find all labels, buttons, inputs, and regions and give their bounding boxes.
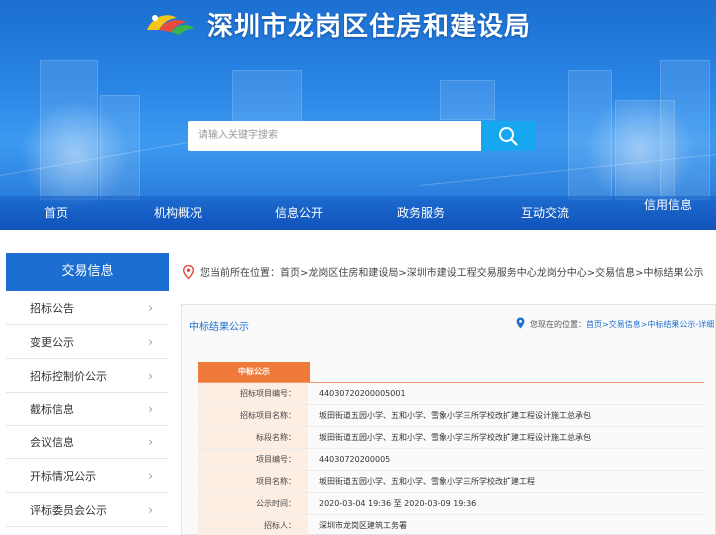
current-location-path[interactable]: 首页>交易信息>中标结果公示-详细 [586,320,714,329]
decor-glow [20,100,130,210]
field-label: 招标项目名称： [198,405,308,426]
field-label: 项目名称： [198,471,308,492]
sidebar-item-label: 招标公告 [30,302,74,315]
search-input[interactable]: 请输入关键字搜索 [188,121,481,151]
decor-building [232,70,302,125]
site-title: 深圳市龙岗区住房和建设局 [207,12,532,42]
search-icon [499,127,518,146]
table-row: 项目名称： 坂田街道五园小学、五和小学、雪象小学三所学校改扩建工程 [198,471,704,493]
field-label: 项目编号： [198,449,308,470]
chevron-right-icon: › [148,503,153,517]
sidebar-item-label: 评标委员会公示 [30,504,107,517]
field-label: 标段名称： [198,427,308,448]
sidebar-item-meeting[interactable]: 会议信息 › [6,426,169,459]
table-row: 标段名称： 坂田街道五园小学、五和小学、雪象小学三所学校改扩建工程设计施工总承包 [198,427,704,449]
table-row: 招标项目编号： 44030720200005001 [198,383,704,405]
notice-detail-table: 招标项目编号： 44030720200005001 招标项目名称： 坂田街道五园… [198,383,704,535]
search-button[interactable] [481,121,535,151]
location-pin-icon [183,265,194,279]
nav-item-info-public[interactable]: 信息公开 [267,196,331,230]
sidebar-item-label: 会议信息 [30,436,74,449]
chevron-right-icon: › [148,335,153,349]
field-value: 44030720200005001 [319,389,406,398]
panel-header: 中标结果公示 您现在的位置：首页>交易信息>中标结果公示-详细 [181,313,716,337]
sidebar-item-label: 招标控制价公示 [30,370,107,383]
chevron-right-icon: › [148,435,153,449]
nav-item-about[interactable]: 机构概况 [146,196,210,230]
chevron-right-icon: › [148,369,153,383]
field-label: 招标项目编号： [198,383,308,404]
field-label: 招标人： [198,515,308,535]
sidebar-item-label: 开标情况公示 [30,470,96,483]
sidebar-item-bid-closing[interactable]: 截标信息 › [6,393,169,426]
decor-building [440,80,495,120]
nav-item-credit[interactable]: 信用信息 [636,188,700,222]
breadcrumb: 您当前所在位置：首页>龙岗区住房和建设局>深圳市建设工程交易服务中心龙岗分中心>… [200,268,704,279]
sidebar-title: 交易信息 [6,253,169,291]
sidebar-item-change-notice[interactable]: 变更公示 › [6,326,169,359]
header-banner: 深圳市龙岗区住房和建设局 请输入关键字搜索 首页 机构概况 信息公开 政务服务 … [0,0,716,230]
field-value: 坂田街道五园小学、五和小学、雪象小学三所学校改扩建工程设计施工总承包 [319,411,591,420]
chevron-right-icon: › [148,301,153,315]
field-value: 44030720200005 [319,455,391,464]
sidebar-item-label: 变更公示 [30,336,74,349]
field-value: 2020-03-04 19:36 至 2020-03-09 19:36 [319,499,477,508]
table-row: 项目编号： 44030720200005 [198,449,704,471]
sidebar-item-control-price[interactable]: 招标控制价公示 › [6,360,169,393]
table-row: 公示时间： 2020-03-04 19:36 至 2020-03-09 19:3… [198,493,704,515]
chevron-right-icon: › [148,402,153,416]
sidebar-item-committee[interactable]: 评标委员会公示 › [6,494,169,527]
sidebar-item-bid-opening[interactable]: 开标情况公示 › [6,460,169,493]
table-row: 招标人： 深圳市龙岗区建筑工务署 [198,515,704,535]
sidebar-item-label: 截标信息 [30,403,74,416]
field-label: 公示时间： [198,493,308,514]
chevron-right-icon: › [148,469,153,483]
sidebar-item-tender-notice[interactable]: 招标公告 › [6,292,169,325]
table-row: 招标项目名称： 坂田街道五园小学、五和小学、雪象小学三所学校改扩建工程设计施工总… [198,405,704,427]
field-value: 深圳市龙岗区建筑工务署 [319,521,407,530]
main-nav: 首页 机构概况 信息公开 政务服务 互动交流 信用信息 [0,196,716,230]
panel-title: 中标结果公示 [189,322,249,333]
nav-item-interaction[interactable]: 互动交流 [513,196,577,230]
bureau-logo [147,15,195,35]
current-location-prefix: 您现在的位置： [530,320,586,329]
nav-item-services[interactable]: 政务服务 [389,196,453,230]
field-value: 坂田街道五园小学、五和小学、雪象小学三所学校改扩建工程 [319,477,535,486]
location-pin-icon [516,317,525,329]
notice-tag: 中标公示 [198,362,310,382]
field-value: 坂田街道五园小学、五和小学、雪象小学三所学校改扩建工程设计施工总承包 [319,433,591,442]
current-location: 您现在的位置：首页>交易信息>中标结果公示-详细 [530,319,714,330]
nav-item-home[interactable]: 首页 [26,196,86,230]
